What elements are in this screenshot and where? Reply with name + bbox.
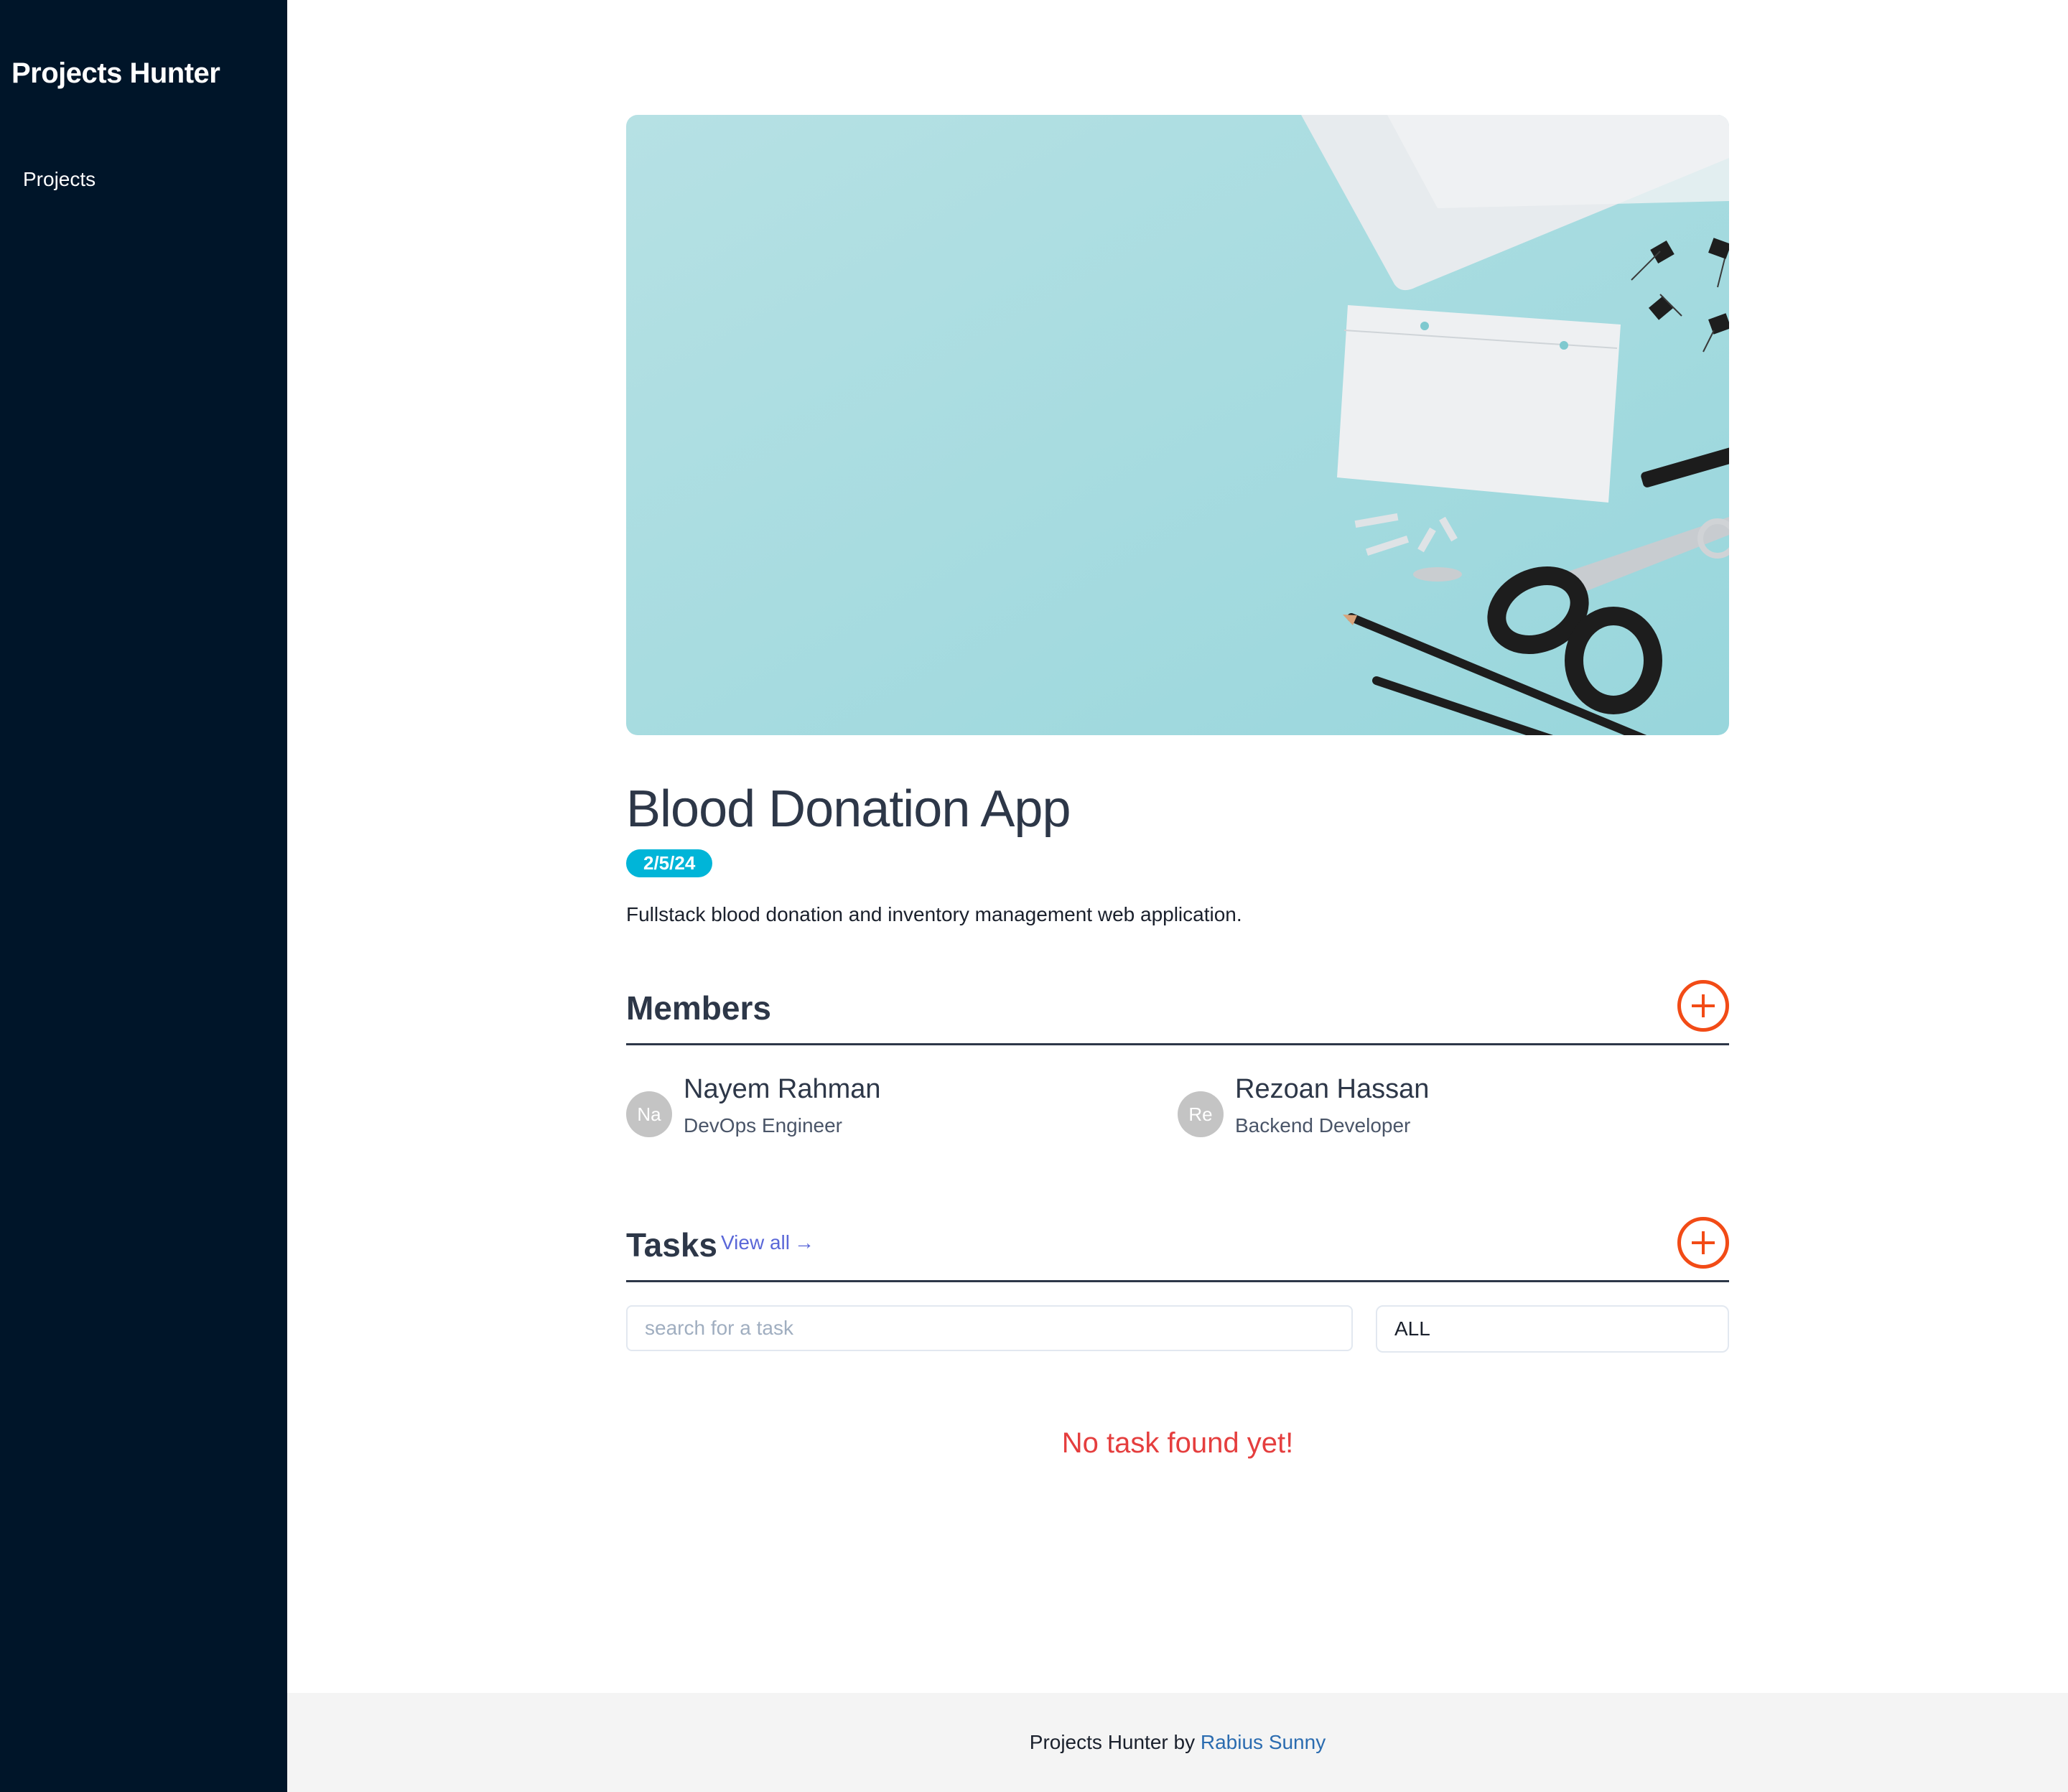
empty-tasks-message: No task found yet! [1061,1427,1294,1460]
add-member-button[interactable] [1677,980,1729,1032]
view-all-label: View all [721,1231,790,1254]
avatar: Re [1178,1091,1224,1138]
footer-text: Projects Hunter by [1029,1731,1201,1753]
view-all-tasks-link[interactable]: View all → [721,1231,814,1254]
footer-author-link[interactable]: Rabius Sunny [1201,1731,1326,1753]
members-title: Members [626,989,771,1027]
project-hero-image [626,115,1729,735]
member-role: Backend Developer [1235,1114,1411,1137]
project-description: Fullstack blood donation and inventory m… [626,903,1242,926]
project-date-badge: 2/5/24 [626,849,713,878]
tasks-title: Tasks [626,1226,718,1264]
task-status-filter[interactable]: ALL [1376,1305,1729,1353]
member-name: Nayem Rahman [684,1074,881,1105]
sidebar-item-projects[interactable]: Projects [23,168,96,191]
project-title: Blood Donation App [626,780,1071,838]
members-list: Na Nayem Rahman DevOps Engineer Re Rezoa… [626,1074,1729,1182]
main-content: Blood Donation App 2/5/24 Fullstack bloo… [287,0,2068,1693]
tasks-header: Tasks View all → [626,1217,1729,1283]
footer: Projects Hunter by Rabius Sunny [287,1693,2068,1792]
task-search-input[interactable] [626,1305,1353,1352]
arrow-right-icon: → [793,1231,814,1254]
member-role: DevOps Engineer [684,1114,843,1137]
brand-title[interactable]: Projects Hunter [11,57,220,90]
add-task-button[interactable] [1677,1217,1729,1269]
sidebar: Projects Hunter Projects [0,0,287,1792]
project-detail: Blood Donation App 2/5/24 Fullstack bloo… [626,115,1729,1460]
members-header: Members [626,980,1729,1046]
member-name: Rezoan Hassan [1235,1074,1430,1105]
avatar: Na [626,1091,672,1138]
task-controls: ALL [626,1305,1729,1353]
